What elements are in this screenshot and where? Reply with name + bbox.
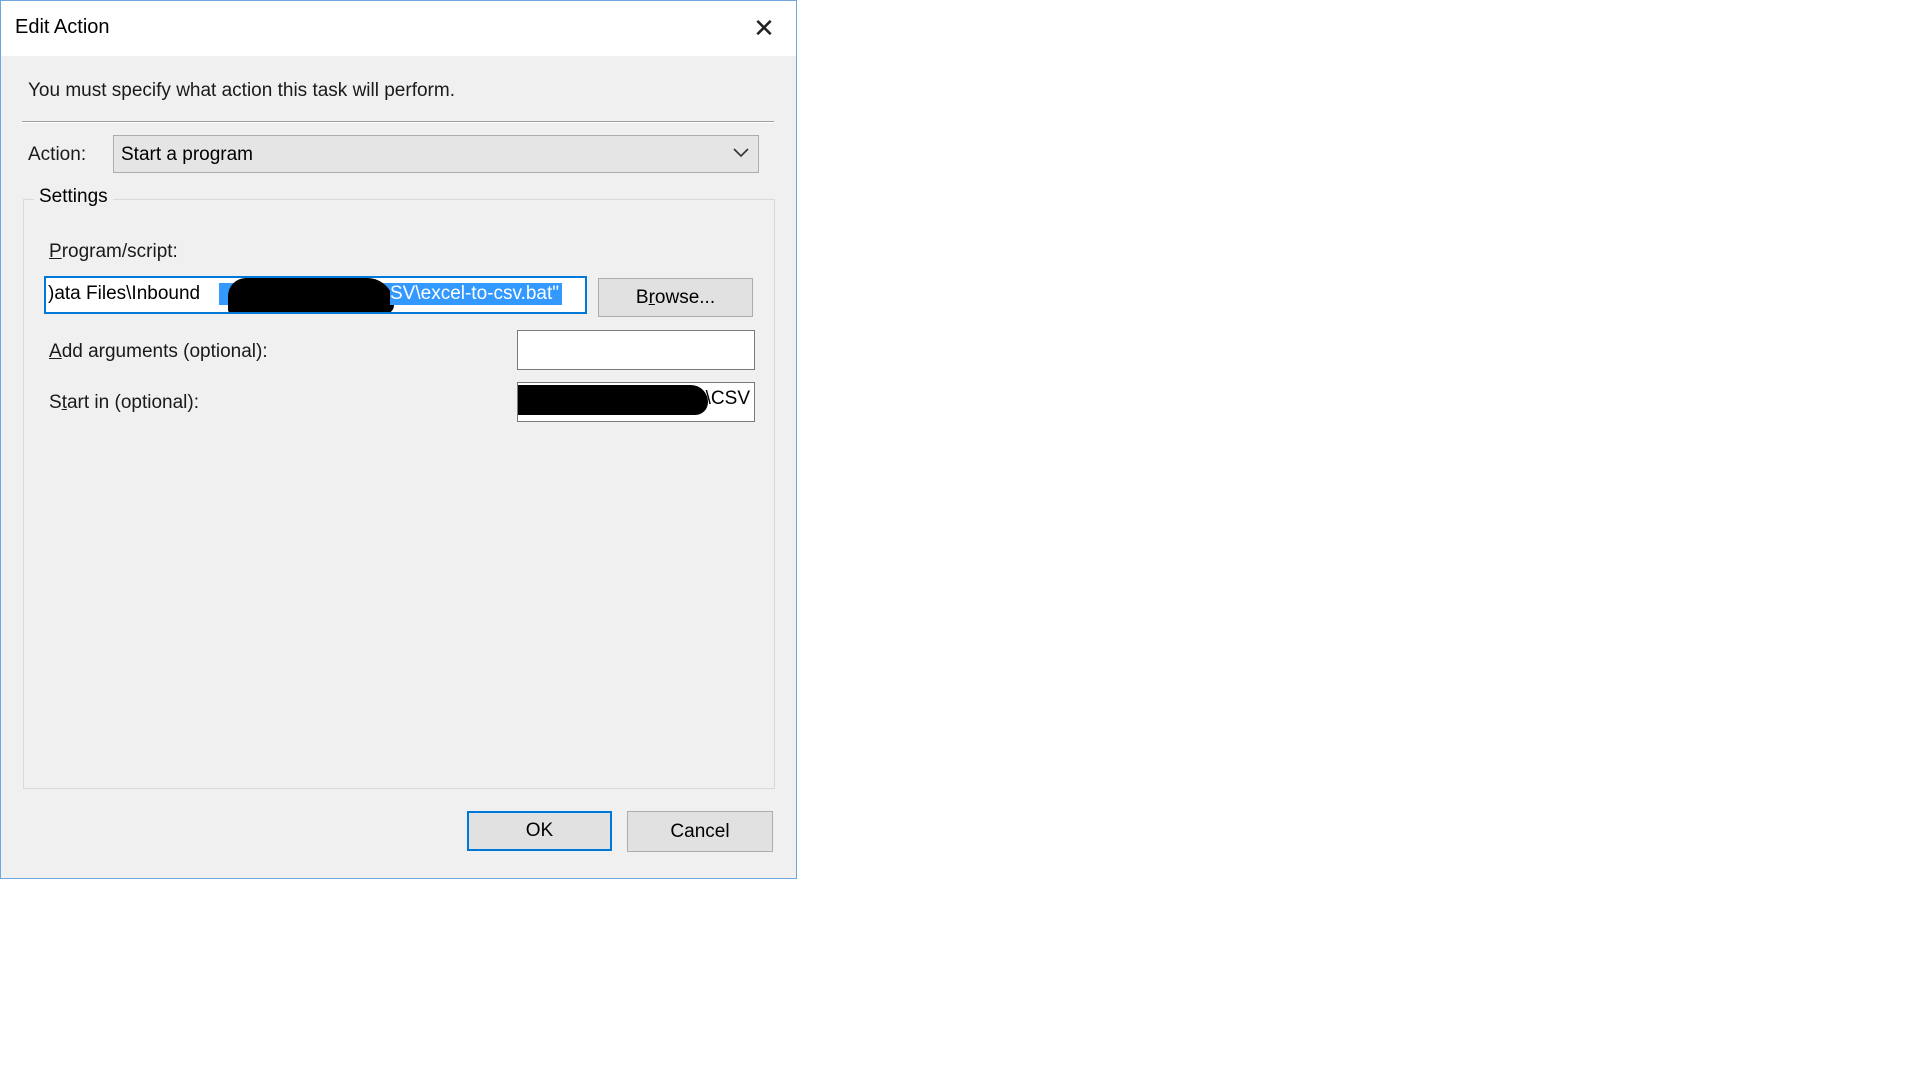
separator — [22, 121, 774, 123]
add-arguments-input[interactable] — [517, 330, 755, 370]
redaction-mark — [228, 278, 394, 312]
edit-action-dialog: Edit Action ✕ You must specify what acti… — [0, 0, 797, 879]
action-label: Action: — [28, 144, 86, 166]
start-in-label-rest: art in (optional): — [66, 392, 199, 413]
program-script-input[interactable]: )ata Files\Inbound SV\excel-to-csv.bat" — [44, 276, 587, 314]
settings-legend: Settings — [34, 186, 113, 208]
start-in-label-pre: S — [49, 392, 62, 413]
program-script-value: )ata Files\Inbound — [48, 283, 201, 304]
start-in-label: Start in (optional): — [49, 392, 199, 414]
program-label-key: P — [49, 241, 62, 262]
chevron-down-icon — [733, 148, 749, 158]
action-dropdown-value: Start a program — [121, 144, 253, 165]
arguments-label-key: A — [49, 341, 62, 362]
ok-button[interactable]: OK — [467, 811, 612, 851]
dialog-title: Edit Action — [15, 16, 110, 38]
browse-button[interactable]: Browse... — [598, 278, 753, 317]
start-in-input[interactable]: ex\CSV — [517, 382, 755, 422]
browse-label-post: owse... — [654, 287, 716, 308]
cancel-button[interactable]: Cancel — [627, 811, 773, 852]
action-dropdown[interactable]: Start a program — [113, 135, 759, 173]
program-script-selected-text: SV\excel-to-csv.bat" — [390, 283, 563, 305]
start-in-value: ex\CSV — [685, 388, 750, 409]
action-label-colon: : — [80, 144, 87, 165]
program-script-label: Program/script: — [49, 241, 178, 263]
program-label-rest: rogram/script: — [61, 241, 178, 262]
title-bar: Edit Action ✕ — [1, 1, 796, 56]
instruction-text: You must specify what action this task w… — [28, 80, 455, 101]
browse-label-pre: B — [635, 287, 649, 308]
action-label-text: Action — [28, 144, 81, 165]
close-icon[interactable]: ✕ — [746, 11, 782, 45]
arguments-label-rest: dd arguments (optional): — [61, 341, 268, 362]
add-arguments-label: Add arguments (optional): — [49, 341, 268, 363]
redaction-mark — [518, 385, 708, 415]
